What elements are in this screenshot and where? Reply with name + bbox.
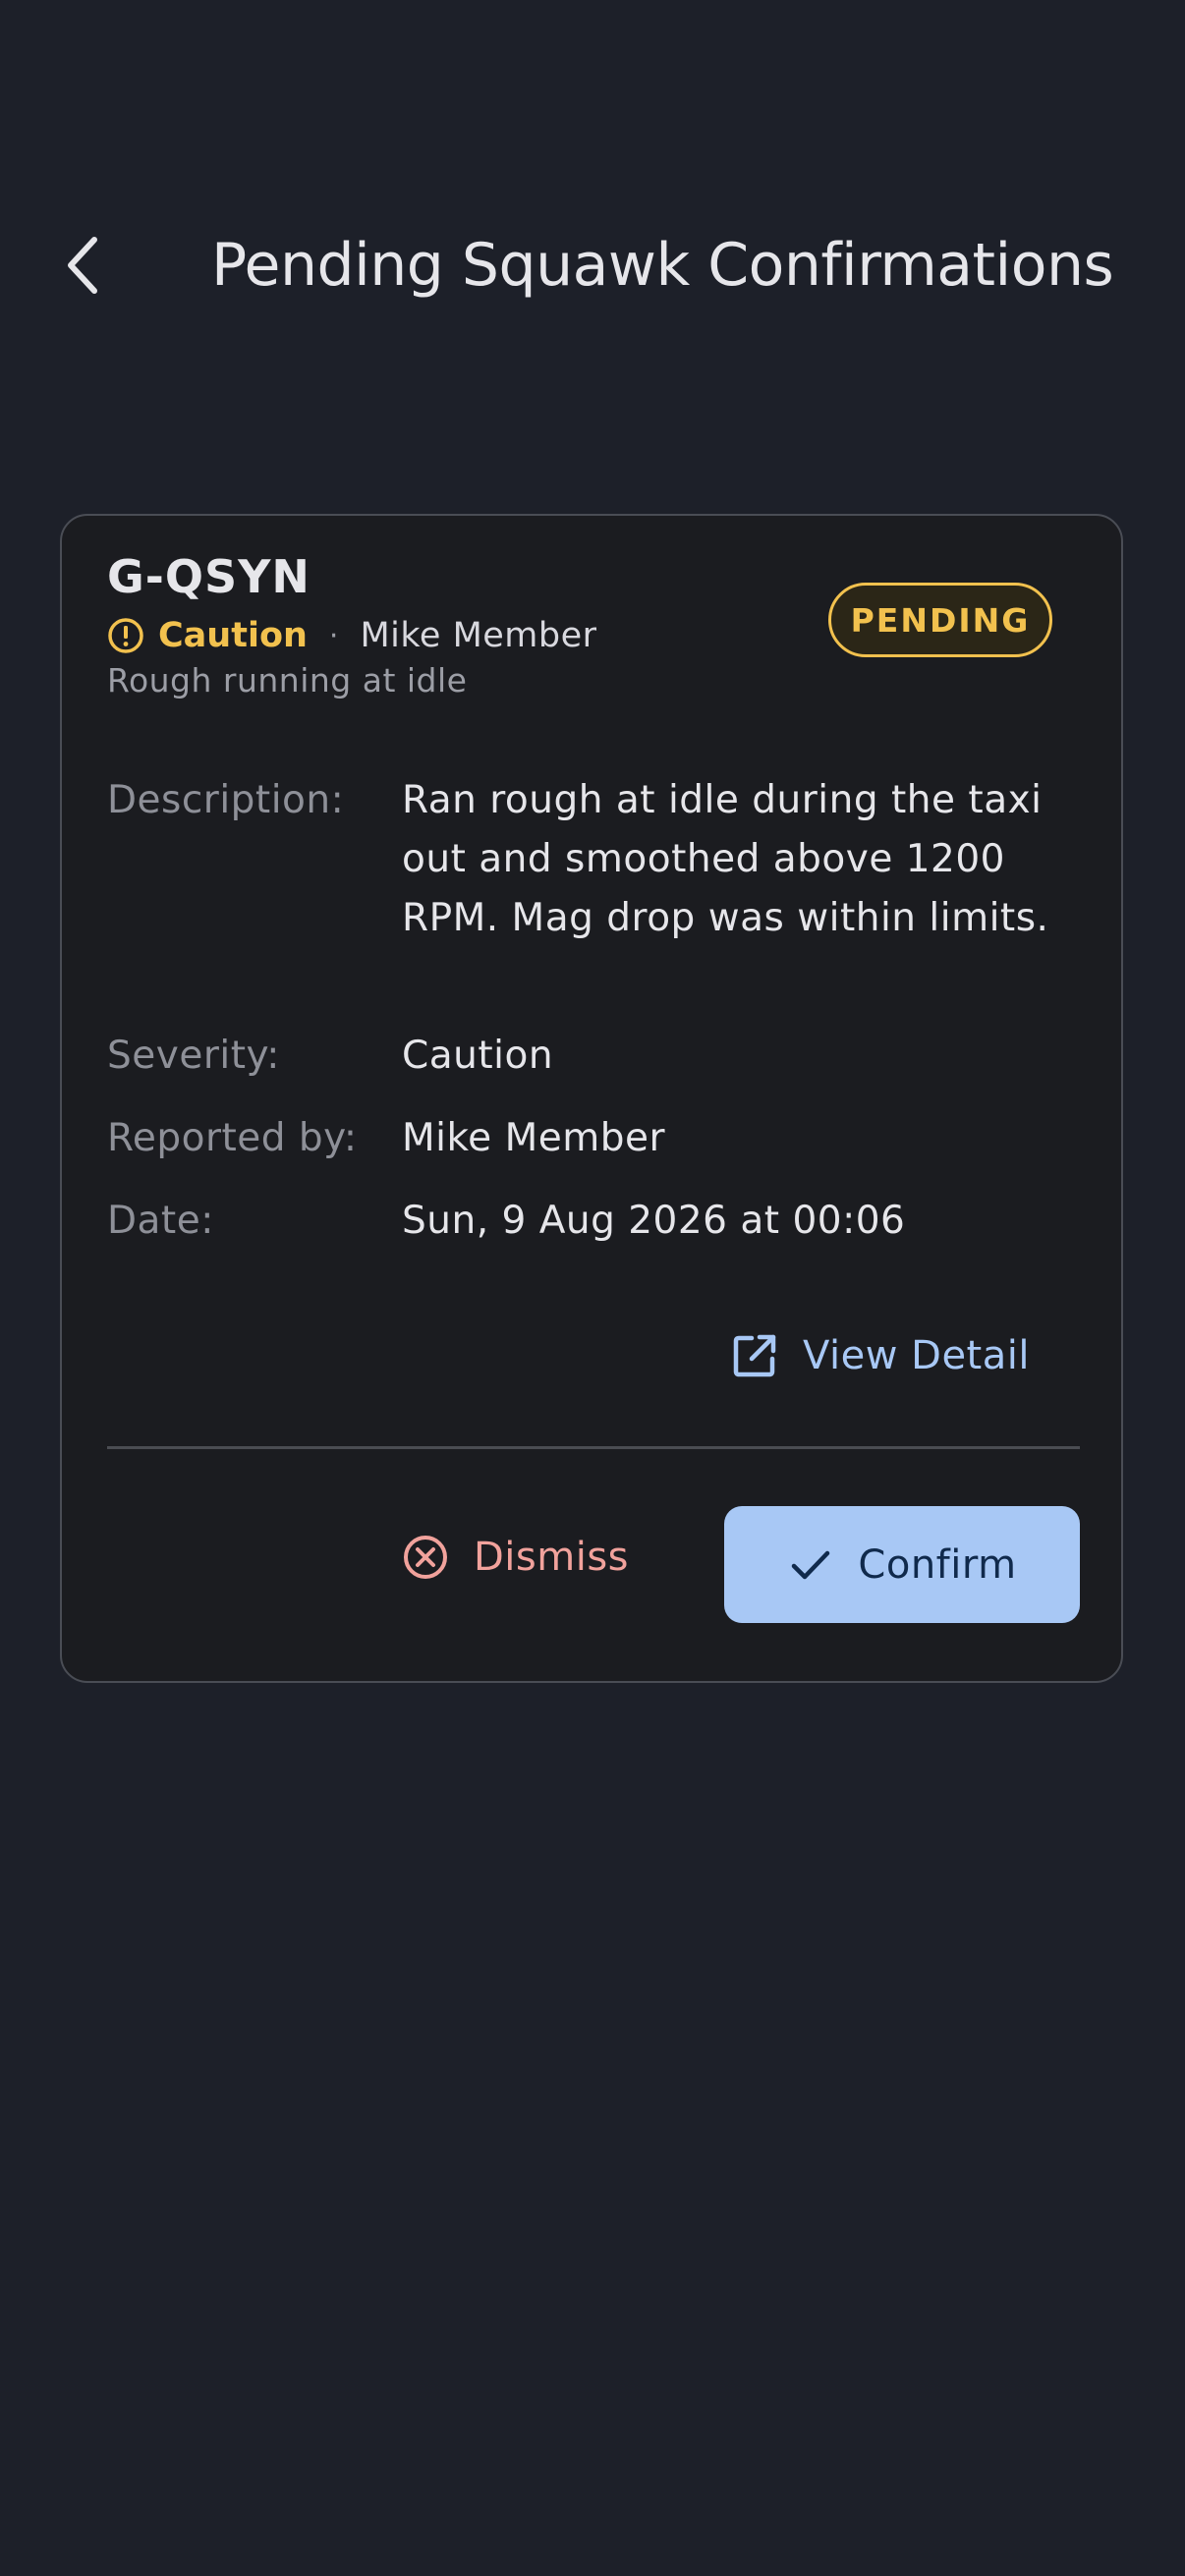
date-label: Date:	[107, 1199, 214, 1243]
status-badge: PENDING	[828, 583, 1052, 657]
description-value: Ran rough at idle during the taxi out an…	[402, 778, 1049, 940]
reported-by-label: Reported by:	[107, 1116, 358, 1160]
severity-field-label: Severity:	[107, 1034, 280, 1078]
view-detail-button[interactable]: View Detail	[730, 1321, 1030, 1390]
aircraft-registration: G-QSYN	[107, 550, 310, 603]
severity-label: Caution	[158, 616, 308, 655]
detail-row-description: Description: Ran rough at idle during th…	[107, 771, 1090, 1007]
alert-circle-icon	[107, 617, 144, 654]
dismiss-label: Dismiss	[474, 1535, 630, 1580]
reported-by-value: Mike Member	[402, 1116, 665, 1160]
back-button[interactable]	[47, 226, 118, 305]
confirm-label: Confirm	[858, 1541, 1017, 1588]
squawk-card: G-QSYN Caution · Mike Member Rough runni…	[60, 514, 1123, 1683]
squawk-summary: Rough running at idle	[107, 661, 468, 700]
dismiss-button[interactable]: Dismiss	[401, 1508, 629, 1606]
confirm-button[interactable]: Confirm	[724, 1506, 1080, 1623]
detail-row-date: Date: Sun, 9 Aug 2026 at 00:06	[107, 1192, 1090, 1251]
date-value: Sun, 9 Aug 2026 at 00:06	[402, 1199, 906, 1243]
page-title: Pending Squawk Confirmations	[211, 231, 1114, 300]
squawk-meta-row: Caution · Mike Member	[107, 611, 597, 660]
card-divider	[107, 1446, 1080, 1449]
check-icon	[787, 1541, 834, 1589]
meta-separator: ·	[328, 618, 339, 653]
open-in-new-icon	[730, 1331, 779, 1380]
chevron-left-icon	[68, 237, 97, 294]
app-bar: Pending Squawk Confirmations	[0, 196, 1185, 334]
view-detail-label: View Detail	[803, 1333, 1030, 1378]
reporter-name: Mike Member	[360, 616, 597, 655]
description-label: Description:	[107, 778, 345, 822]
severity-field-value: Caution	[402, 1034, 554, 1078]
cancel-circle-icon	[401, 1533, 450, 1582]
detail-row-severity: Severity: Caution	[107, 1027, 1090, 1086]
detail-row-reported-by: Reported by: Mike Member	[107, 1109, 1090, 1168]
